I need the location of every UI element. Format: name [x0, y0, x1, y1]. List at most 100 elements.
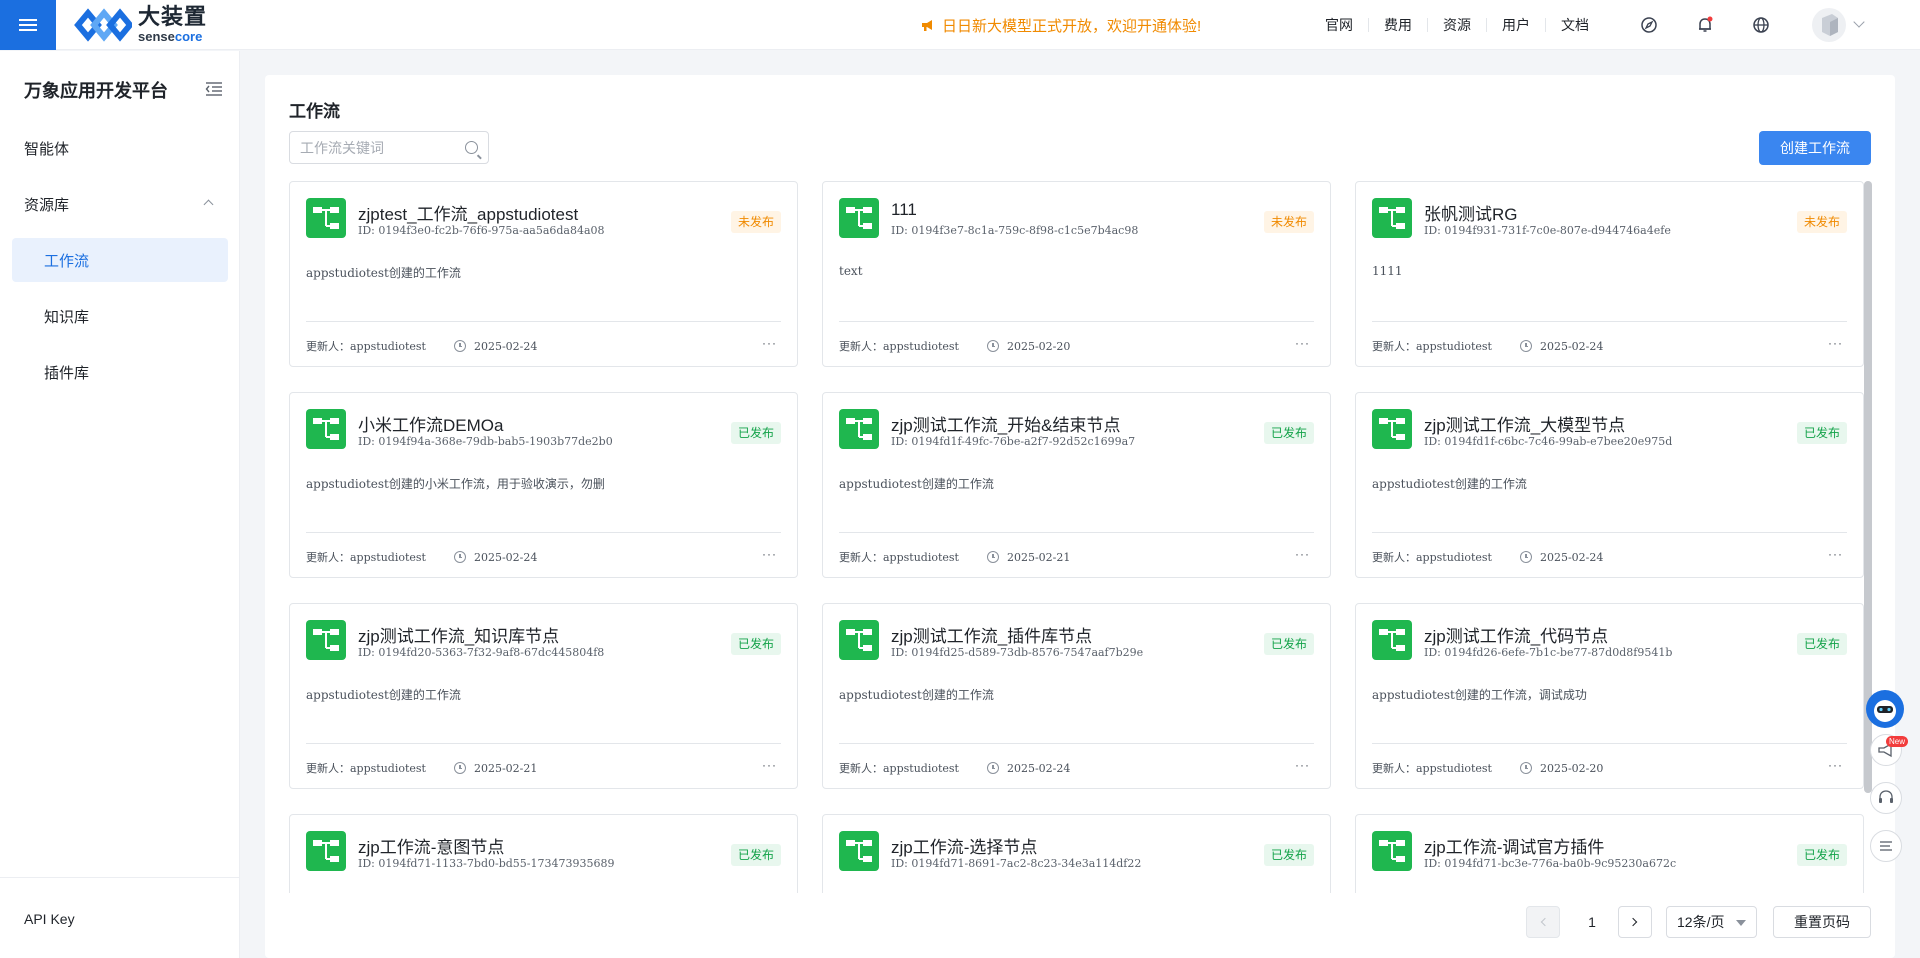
status-badge: 已发布 — [1263, 633, 1314, 655]
workflow-card[interactable]: zjp测试工作流_插件库节点 ID: 0194fd25-d589-73db-857… — [822, 603, 1331, 789]
status-badge: 未发布 — [730, 211, 781, 233]
clock-icon — [453, 762, 466, 774]
updated-date: 2025-02-21 — [1006, 550, 1071, 564]
clock-icon — [986, 551, 999, 563]
card-divider — [306, 321, 781, 322]
workflow-card[interactable]: zjp测试工作流_代码节点 ID: 0194fd26-6efe-7b1c-be77… — [1355, 603, 1864, 789]
pagination-next-button[interactable] — [1618, 906, 1652, 938]
more-actions-button[interactable]: ··· — [762, 758, 777, 772]
sidebar-item-knowledge-base[interactable]: 知识库 — [12, 294, 228, 338]
bell-icon[interactable] — [1696, 16, 1714, 34]
updated-date: 2025-02-24 — [473, 550, 538, 564]
more-actions-button[interactable]: ··· — [1295, 336, 1310, 350]
workflow-card-list: zjptest_工作流_appstudiotest ID: 0194f3e0-fc… — [289, 181, 1879, 893]
workflow-id: ID: 0194fd1f-c6bc-7c46-99ab-e7bee20e975d — [1424, 435, 1673, 448]
pagination-prev-button[interactable] — [1526, 906, 1560, 938]
more-actions-button[interactable]: ··· — [762, 336, 777, 350]
user-avatar[interactable] — [1812, 8, 1846, 42]
workflow-description: appstudiotest创建的工作流 — [306, 266, 461, 280]
hamburger-menu-button[interactable] — [0, 0, 56, 50]
workflow-card[interactable]: zjp工作流-调试官方插件 ID: 0194fd71-bc3e-776a-ba0b… — [1355, 814, 1864, 893]
more-actions-button[interactable]: ··· — [1828, 547, 1843, 561]
globe-icon[interactable] — [1752, 16, 1770, 34]
workflow-icon — [1372, 831, 1412, 871]
status-badge: 已发布 — [730, 633, 781, 655]
updater-label: 更新人： — [839, 340, 883, 353]
workflow-description: appstudiotest创建的工作流 — [1372, 477, 1527, 491]
workflow-card[interactable]: 张帆测试RG ID: 0194f931-731f-7c0e-807e-d94474… — [1355, 181, 1864, 367]
workflow-name: 小米工作流DEMOa — [358, 416, 504, 435]
card-footer: 更新人： appstudiotest 2025-02-21 — [306, 760, 537, 776]
updater-label: 更新人： — [1372, 340, 1416, 353]
workflow-card[interactable]: zjp工作流-选择节点 ID: 0194fd71-8691-7ac2-8c23-3… — [822, 814, 1331, 893]
workflow-card[interactable]: zjp测试工作流_大模型节点 ID: 0194fd1f-c6bc-7c46-99a… — [1355, 392, 1864, 578]
card-divider — [1372, 321, 1847, 322]
nav-link-official-site[interactable]: 官网 — [1310, 18, 1369, 32]
reset-page-button[interactable]: 重置页码 — [1773, 906, 1871, 938]
workflow-id: ID: 0194f3e0-fc2b-76f6-975a-aa5a6da84a08 — [358, 224, 605, 237]
brand-logo[interactable]: 大装置 sensecore — [74, 6, 207, 43]
updater-label: 更新人： — [839, 551, 883, 564]
status-badge: 已发布 — [1796, 633, 1847, 655]
nav-link-users[interactable]: 用户 — [1487, 18, 1546, 32]
sidebar-item-resource-library[interactable]: 资源库 — [12, 182, 228, 226]
more-actions-button[interactable]: ··· — [1295, 758, 1310, 772]
updater-label: 更新人： — [839, 762, 883, 775]
more-actions-button[interactable]: ··· — [762, 547, 777, 561]
updated-date: 2025-02-24 — [1539, 550, 1604, 564]
menu-float-button[interactable] — [1870, 830, 1902, 862]
workflow-name: zjp测试工作流_开始&结束节点 — [891, 416, 1121, 435]
status-badge: 已发布 — [730, 844, 781, 866]
updater-name: appstudiotest — [1416, 339, 1492, 353]
workflow-icon — [1372, 620, 1412, 660]
more-actions-button[interactable]: ··· — [1828, 758, 1843, 772]
workflow-card[interactable]: 111 ID: 0194f3e7-8c1a-759c-8f98-c1c5e7b4a… — [822, 181, 1331, 367]
workflow-card[interactable]: zjp测试工作流_知识库节点 ID: 0194fd20-5363-7f32-9af… — [289, 603, 798, 789]
collapse-sidebar-icon[interactable] — [205, 81, 223, 97]
sidebar-item-workflow[interactable]: 工作流 — [12, 238, 228, 282]
workflow-icon — [306, 198, 346, 238]
workflow-name: 111 — [891, 200, 917, 219]
workflow-card[interactable]: zjptest_工作流_appstudiotest ID: 0194f3e0-fc… — [289, 181, 798, 367]
workflow-name: zjptest_工作流_appstudiotest — [358, 205, 579, 224]
status-badge: 已发布 — [1263, 844, 1314, 866]
more-actions-button[interactable]: ··· — [1295, 547, 1310, 561]
sensecore-logo-icon — [74, 7, 132, 42]
sidebar-item-label: 智能体 — [24, 140, 70, 158]
nav-link-resources[interactable]: 资源 — [1428, 18, 1487, 32]
workflow-name: zjp工作流-调试官方插件 — [1424, 838, 1605, 857]
chevron-down-icon[interactable] — [1853, 16, 1865, 28]
nav-link-pricing[interactable]: 费用 — [1369, 18, 1428, 32]
search-input[interactable] — [300, 139, 450, 156]
clock-icon — [453, 340, 466, 352]
page-size-select[interactable]: 12条/页 — [1666, 906, 1757, 938]
clock-icon — [986, 340, 999, 352]
announcement-banner[interactable]: 日日新大模型正式开放，欢迎开通体验! — [920, 0, 1201, 50]
assistant-robot-icon[interactable] — [1866, 690, 1904, 728]
pagination-page-number[interactable]: 1 — [1576, 906, 1608, 938]
clock-icon — [453, 551, 466, 563]
updated-date: 2025-02-21 — [473, 761, 538, 775]
api-key-link[interactable]: API Key — [24, 911, 75, 927]
workflow-card[interactable]: zjp工作流-意图节点 ID: 0194fd71-1133-7bd0-bd55-1… — [289, 814, 798, 893]
sidebar-item-agents[interactable]: 智能体 — [12, 126, 228, 170]
card-divider — [839, 532, 1314, 533]
new-badge: New — [1886, 736, 1909, 747]
compass-icon[interactable] — [1640, 16, 1658, 34]
workflow-id: ID: 0194fd26-6efe-7b1c-be77-87d0d8f9541b — [1424, 646, 1673, 659]
updated-date: 2025-02-24 — [1539, 339, 1604, 353]
sidebar-footer: API Key — [0, 877, 239, 958]
workflow-card[interactable]: zjp测试工作流_开始&结束节点 ID: 0194fd1f-49fc-76be-a… — [822, 392, 1331, 578]
top-nav-links: 官网 费用 资源 用户 文档 — [1310, 0, 1604, 50]
card-divider — [1372, 743, 1847, 744]
nav-link-docs[interactable]: 文档 — [1546, 18, 1604, 32]
workflow-card[interactable]: 小米工作流DEMOa ID: 0194f94a-368e-79db-bab5-19… — [289, 392, 798, 578]
updater-label: 更新人： — [1372, 762, 1416, 775]
sidebar-item-plugin-library[interactable]: 插件库 — [12, 350, 228, 394]
more-actions-button[interactable]: ··· — [1828, 336, 1843, 350]
create-workflow-button[interactable]: 创建工作流 — [1759, 131, 1871, 165]
sidebar: 万象应用开发平台 智能体 资源库 工作流 知识库 插件库 API Key — [0, 51, 240, 958]
workflow-description: appstudiotest创建的工作流 — [839, 688, 994, 702]
search-icon[interactable] — [465, 141, 478, 154]
support-float-button[interactable] — [1870, 782, 1902, 814]
